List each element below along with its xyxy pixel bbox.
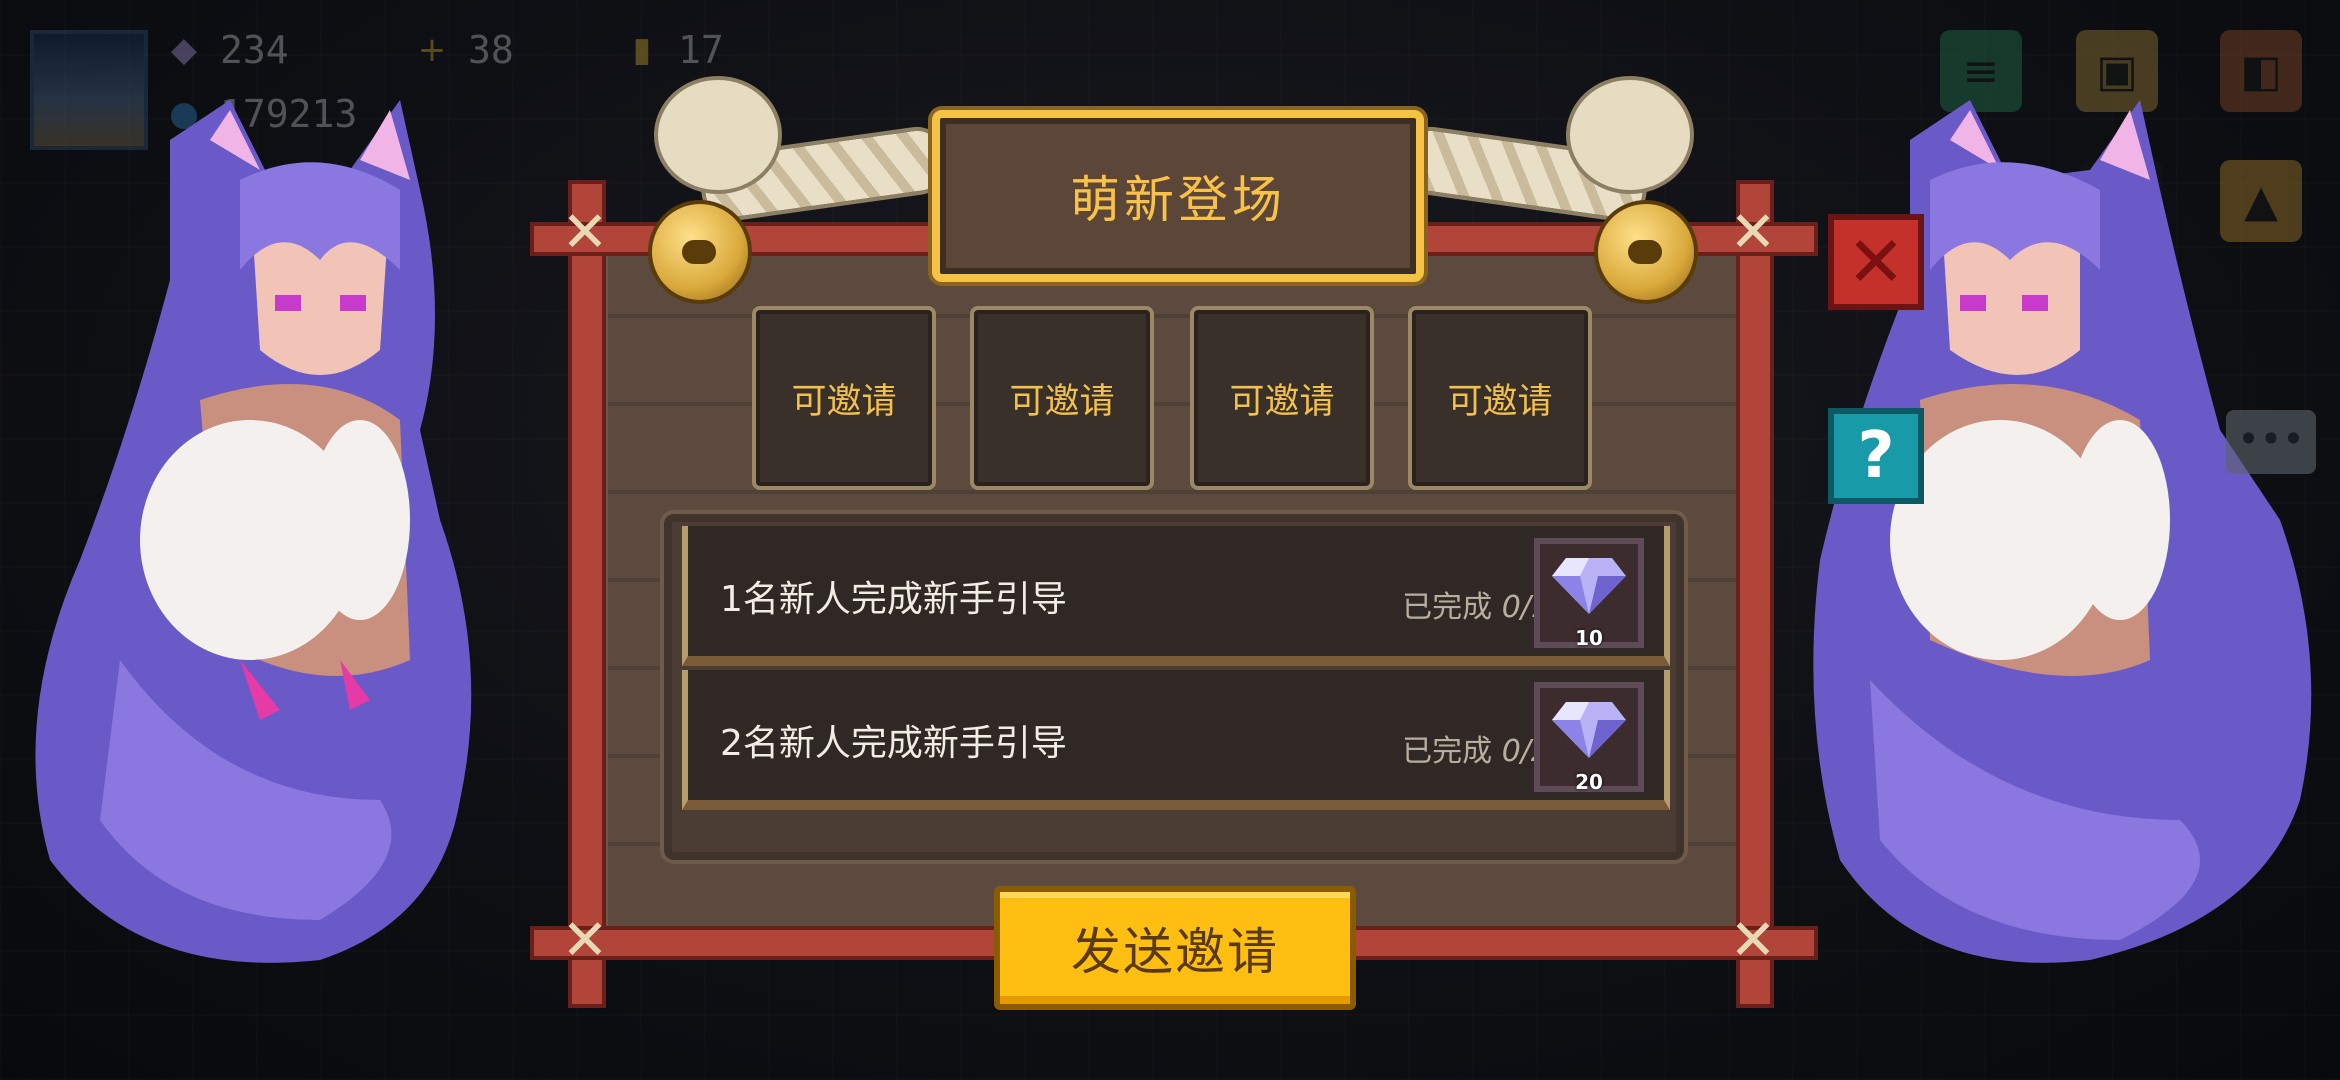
reward-quantity: 10 [1575,626,1603,650]
task-row: 2名新人完成新手引导 已完成 0/2 20 [682,670,1670,810]
task-progress: 已完成 0/2 [1402,734,1550,769]
invite-slot-4[interactable]: 可邀请 [1408,306,1592,490]
dialog-title-plate: 萌新登场 [932,110,1424,282]
rope-binding-icon: ✕ [1729,908,1777,973]
reward-slot[interactable]: 20 [1534,682,1644,794]
invite-slot-3[interactable]: 可邀请 [1190,306,1374,490]
help-icon[interactable]: ? [1828,408,1924,504]
invite-slot-2[interactable]: 可邀请 [970,306,1154,490]
send-invite-button[interactable]: 发送邀请 [994,886,1356,1010]
rope-knot-right [1566,76,1694,194]
bell-icon [1594,200,1698,304]
frame-post-left [568,180,606,1008]
gem-icon [1552,702,1626,758]
rope-binding-icon: ✕ [1729,200,1777,265]
invite-slot-1[interactable]: 可邀请 [752,306,936,490]
close-icon[interactable]: ✕ [1828,214,1924,310]
fox-girl-left-illustration [20,100,580,980]
bell-icon [648,200,752,304]
task-label: 1名新人完成新手引导 [720,579,1067,620]
gem-icon [1552,558,1626,614]
rope-knot-left [654,76,782,194]
frame-post-right [1736,180,1774,1008]
chat-bubble-icon[interactable]: ••• [2226,410,2316,474]
task-row: 1名新人完成新手引导 已完成 0/1 10 [682,526,1670,666]
reward-quantity: 20 [1575,770,1603,794]
dialog-title: 萌新登场 [1070,171,1286,229]
rope-binding-icon: ✕ [561,200,609,265]
task-label: 2名新人完成新手引导 [720,723,1067,764]
task-progress: 已完成 0/1 [1402,590,1550,625]
rope-binding-icon: ✕ [561,908,609,973]
reward-slot[interactable]: 10 [1534,538,1644,650]
